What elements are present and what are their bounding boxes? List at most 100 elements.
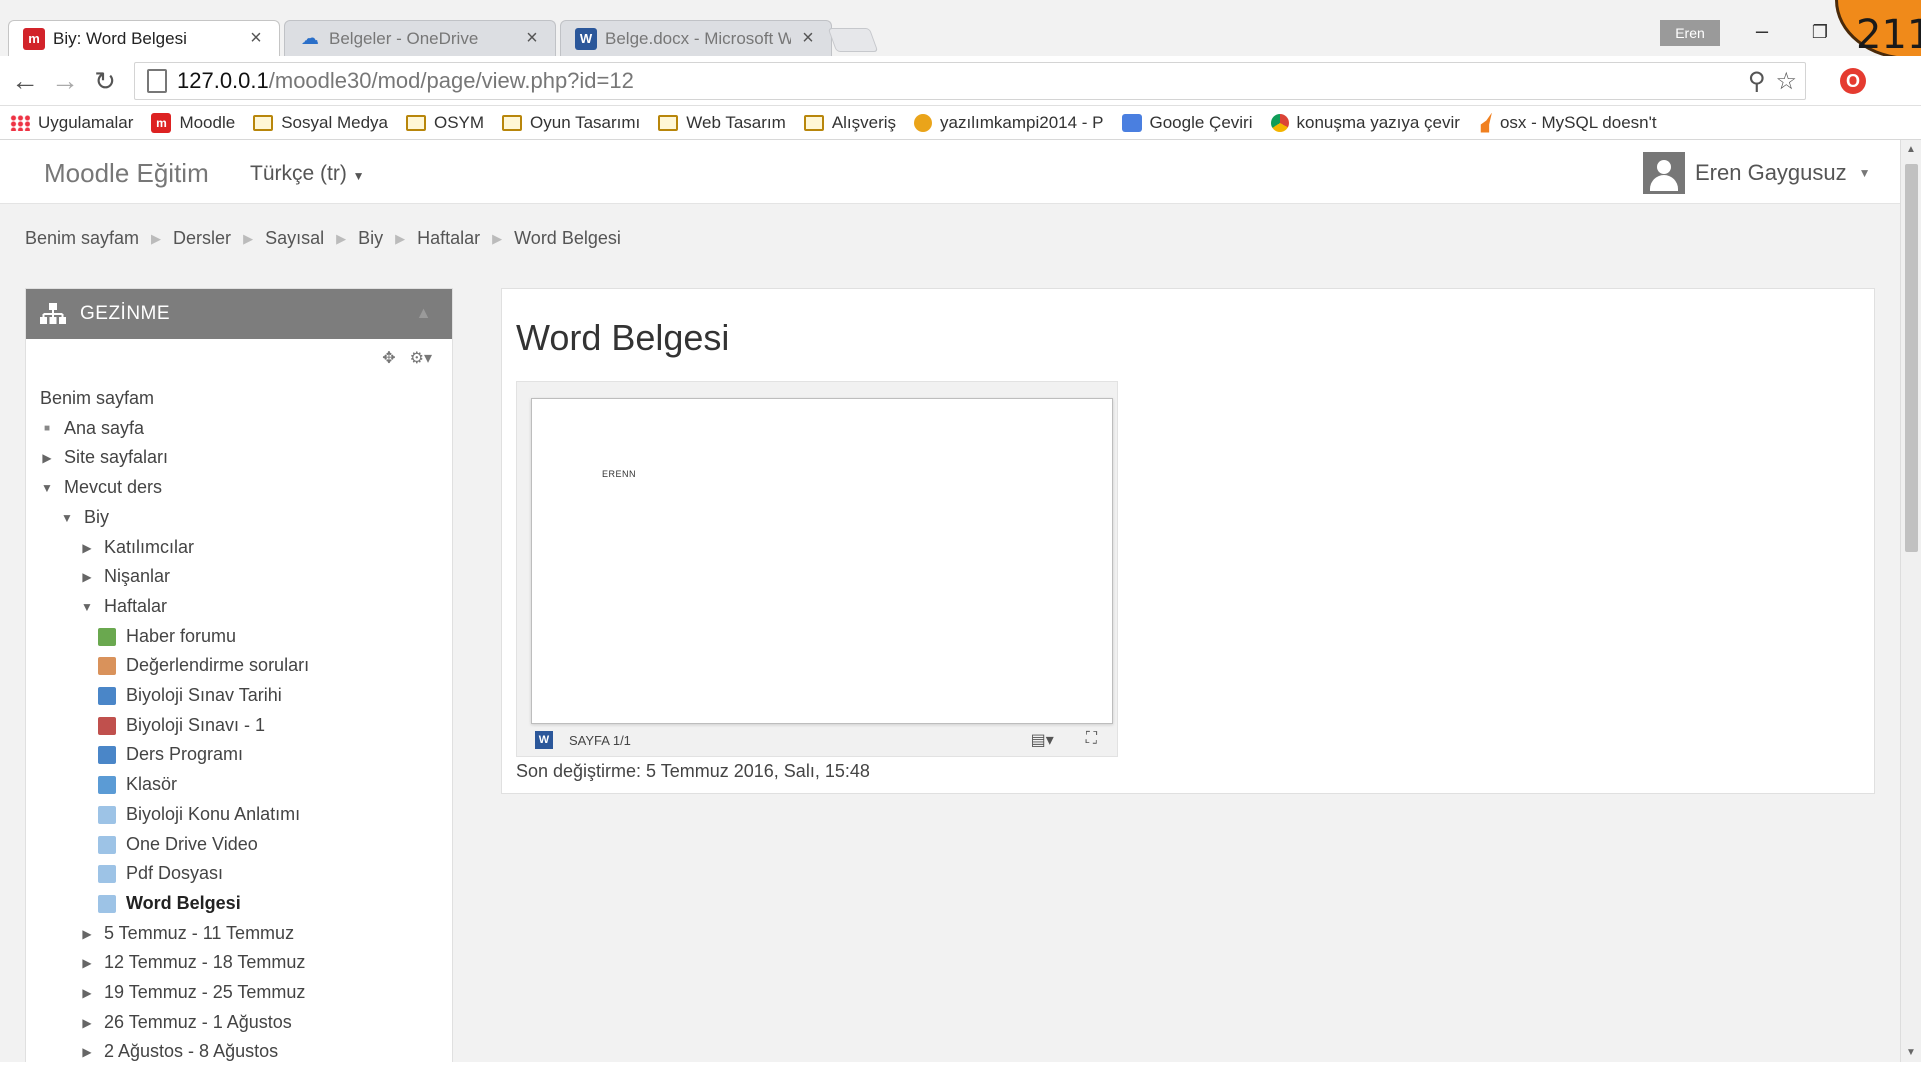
- opera-extension-icon[interactable]: O: [1840, 68, 1866, 94]
- bookmark-yazilimkampi[interactable]: yazılımkampi2014 - P: [914, 113, 1104, 133]
- move-icon[interactable]: ✥: [382, 348, 395, 368]
- profile-button[interactable]: Eren: [1660, 20, 1720, 46]
- bookmark-google-ceviri[interactable]: Google Çeviri: [1121, 113, 1253, 133]
- nav-item-label: 2 Ağustos - 8 Ağustos: [104, 1041, 279, 1061]
- nav-item[interactable]: ▶ 2 Ağustos - 8 Ağustos: [80, 1041, 278, 1062]
- language-menu[interactable]: Türkçe (tr) ▼: [250, 162, 365, 186]
- bookmark-osym[interactable]: OSYM: [405, 113, 484, 133]
- question-icon: [98, 686, 116, 705]
- chevron-down-icon[interactable]: ▼: [80, 600, 94, 614]
- nav-item[interactable]: ▶ 26 Temmuz - 1 Ağustos: [80, 1012, 291, 1033]
- minimize-icon[interactable]: –: [1742, 18, 1782, 44]
- block-actions: ✥ ⚙▾: [26, 339, 452, 377]
- nav-item[interactable]: ▶ 5 Temmuz - 11 Temmuz: [80, 923, 294, 944]
- chevron-right-icon[interactable]: ▶: [80, 956, 94, 970]
- tab-title: Belge.docx - Microsoft W: [605, 28, 791, 48]
- user-menu[interactable]: Eren Gaygusuz ▼: [1643, 152, 1871, 194]
- nav-item[interactable]: ▶ Nişanlar: [80, 566, 170, 587]
- tab-onedrive[interactable]: ☁ Belgeler - OneDrive ×: [284, 20, 556, 56]
- nav-item[interactable]: ▼ Mevcut ders: [40, 477, 162, 498]
- tab-biy-word-belgesi[interactable]: m Biy: Word Belgesi ×: [8, 20, 280, 56]
- chevron-right-icon[interactable]: ▶: [80, 570, 94, 584]
- chevron-right-icon[interactable]: ▶: [80, 986, 94, 1000]
- breadcrumb-item[interactable]: Haftalar: [417, 228, 480, 249]
- chevron-down-icon[interactable]: ▼: [60, 511, 74, 525]
- nav-item[interactable]: Word Belgesi: [98, 893, 241, 914]
- nav-item-label: Biyoloji Sınav Tarihi: [126, 685, 282, 705]
- nav-item[interactable]: ▼ Haftalar: [80, 596, 167, 617]
- close-tab-icon[interactable]: ×: [799, 27, 817, 50]
- page-scrollbar[interactable]: ▲ ▼: [1900, 140, 1921, 1062]
- nav-item[interactable]: Klasör: [98, 774, 177, 795]
- nav-item[interactable]: Benim sayfam: [40, 388, 154, 409]
- nav-item[interactable]: ▶ Katılımcılar: [80, 537, 194, 558]
- bookmark-star-icon[interactable]: ☆: [1775, 67, 1797, 96]
- nav-item[interactable]: ▼ Biy: [60, 507, 109, 528]
- bottom-strip: [0, 1062, 1921, 1080]
- document-page[interactable]: ERENN: [531, 398, 1113, 724]
- site-brand[interactable]: Moodle Eğitim: [44, 158, 209, 189]
- nav-item[interactable]: Biyoloji Sınav Tarihi: [98, 685, 282, 706]
- page-viewport: Moodle Eğitim Türkçe (tr) ▼ Eren Gaygusu…: [0, 140, 1900, 1062]
- forward-icon[interactable]: →: [48, 64, 82, 98]
- gear-icon[interactable]: ⚙▾: [410, 348, 432, 368]
- close-tab-icon[interactable]: ×: [247, 27, 265, 50]
- breadcrumb-item[interactable]: Biy: [358, 228, 383, 249]
- nav-item[interactable]: ▶ Site sayfaları: [40, 447, 168, 468]
- chevron-down-icon[interactable]: ▼: [40, 481, 54, 495]
- chevron-right-icon[interactable]: ▶: [80, 927, 94, 941]
- collapse-block-icon[interactable]: ▲: [416, 305, 432, 323]
- word-icon[interactable]: W: [535, 731, 553, 749]
- bookmark-konusma[interactable]: konuşma yazıya çevir: [1270, 113, 1460, 133]
- nav-item[interactable]: ▶ 19 Temmuz - 25 Temmuz: [80, 982, 305, 1003]
- bookmark-stackoverflow[interactable]: osx - MySQL doesn't: [1478, 112, 1657, 133]
- browser-tabstrip: m Biy: Word Belgesi × ☁ Belgeler - OneDr…: [0, 0, 1921, 60]
- nav-item[interactable]: Değerlendirme soruları: [98, 655, 309, 676]
- nav-item[interactable]: Ders Programı: [98, 744, 243, 765]
- page-view-menu-icon[interactable]: ▤▾: [1031, 730, 1054, 750]
- breadcrumb-item[interactable]: Benim sayfam: [25, 228, 139, 249]
- scroll-down-icon[interactable]: ▼: [1906, 1047, 1916, 1058]
- nav-item[interactable]: One Drive Video: [98, 834, 258, 855]
- avatar: [1643, 152, 1685, 194]
- breadcrumb-separator-icon: ▶: [151, 230, 162, 246]
- tab-word-online[interactable]: W Belge.docx - Microsoft W ×: [560, 20, 832, 56]
- nav-item[interactable]: Biyoloji Sınavı - 1: [98, 715, 265, 736]
- address-bar[interactable]: 127.0.0.1/moodle30/mod/page/view.php?id=…: [134, 62, 1806, 100]
- new-tab-button[interactable]: [827, 28, 879, 52]
- nav-item[interactable]: ▶ 12 Temmuz - 18 Temmuz: [80, 952, 305, 973]
- restore-icon[interactable]: ❐: [1800, 22, 1840, 43]
- bookmark-oyun-tasarimi[interactable]: Oyun Tasarımı: [502, 113, 640, 133]
- nav-item[interactable]: ■ Ana sayfa: [40, 418, 144, 439]
- breadcrumb-item[interactable]: Dersler: [173, 228, 231, 249]
- breadcrumb-item[interactable]: Sayısal: [265, 228, 324, 249]
- bookmark-web-tasarim[interactable]: Web Tasarım: [658, 113, 786, 133]
- nav-item-label: 19 Temmuz - 25 Temmuz: [104, 982, 306, 1002]
- chevron-right-icon[interactable]: ▶: [80, 541, 94, 555]
- nav-item[interactable]: Haber forumu: [98, 626, 236, 647]
- bookmark-alisveris[interactable]: Alışveriş: [803, 113, 896, 133]
- chevron-right-icon[interactable]: ▶: [80, 1045, 94, 1059]
- scroll-thumb[interactable]: [1905, 164, 1918, 552]
- back-icon[interactable]: ←: [8, 64, 42, 98]
- zoom-icon[interactable]: ⚲: [1748, 67, 1766, 96]
- bookmark-uygulamalar[interactable]: Uygulamalar: [10, 113, 133, 133]
- word-icon: W: [575, 27, 597, 50]
- moodle-icon: m: [23, 27, 45, 50]
- nav-item[interactable]: Biyoloji Konu Anlatımı: [98, 804, 300, 825]
- scroll-up-icon[interactable]: ▲: [1906, 144, 1916, 155]
- bookmark-sosyal-medya[interactable]: Sosyal Medya: [253, 113, 388, 133]
- chevron-right-icon[interactable]: ▶: [40, 451, 54, 465]
- breadcrumb-item[interactable]: Word Belgesi: [514, 228, 621, 249]
- onedrive-icon: ☁: [301, 28, 319, 48]
- bookmark-moodle[interactable]: m Moodle: [151, 112, 235, 133]
- tab-title: Biy: Word Belgesi: [53, 28, 187, 48]
- reload-icon[interactable]: ↻: [88, 64, 122, 98]
- fullscreen-icon[interactable]: ⛶: [1086, 730, 1097, 750]
- page-icon: [98, 805, 116, 824]
- close-tab-icon[interactable]: ×: [523, 27, 541, 50]
- page-icon: [98, 864, 116, 883]
- nav-item-label: Biy: [84, 507, 110, 527]
- chevron-right-icon[interactable]: ▶: [80, 1016, 94, 1030]
- nav-item[interactable]: Pdf Dosyası: [98, 863, 223, 884]
